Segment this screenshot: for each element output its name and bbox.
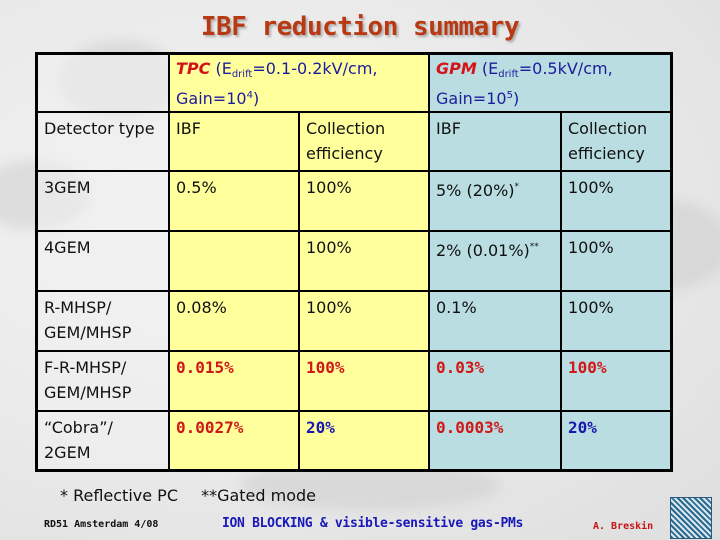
tpc-collection-value: 100% (298, 289, 430, 352)
tpc-header-cell: TPC (Edrift=0.1-0.2kV/cm, Gain=104) (168, 52, 430, 113)
footnote-reflective-pc: * Reflective PC (60, 486, 178, 505)
tpc-keyword: TPC (176, 59, 211, 78)
table-row: 3GEM 0.5% 100% 5% (20%)* 100% (35, 169, 673, 232)
tpc-header: TPC (Edrift=0.1-0.2kV/cm, Gain=104) (176, 58, 422, 109)
gpm-header-cell: GPM (Edrift=0.5kV/cm, Gain=105) (428, 52, 673, 113)
footnote-marker: * (514, 181, 520, 192)
footnotes: * Reflective PC **Gated mode (60, 486, 334, 505)
gpm-ibf-value: 0.03% (436, 357, 485, 377)
tpc-ibf-value-cell: 0.015% (168, 349, 300, 412)
gpm-keyword: GPM (436, 59, 477, 78)
gpm-collection-value: 100% (568, 357, 607, 377)
gpm-ibf-value-cell: 0.0003% (428, 409, 562, 472)
gpm-open: (E (476, 59, 499, 78)
tpc-field: =0.1-0.2kV/cm, (252, 59, 378, 78)
tpc-collection-value: 100% (298, 229, 430, 292)
gpm-ibf-value: 0.0003% (436, 417, 504, 437)
tpc-ibf-header: IBF (168, 110, 300, 172)
footnote-gated-mode: **Gated mode (201, 486, 317, 505)
table-row: F-R-MHSP/ GEM/MHSP 0.015% 100% 0.03% 100… (35, 349, 673, 412)
gpm-ibf-header: IBF (428, 110, 562, 172)
header-empty-cell (35, 52, 170, 113)
slide-title: IBF reduction summary (200, 12, 520, 42)
gpm-collection-value: 100% (560, 229, 673, 292)
detector-name: 4GEM (35, 229, 170, 292)
gpm-collection-value: 100% (560, 169, 673, 232)
tpc-ibf-value-cell: 0.0027% (168, 409, 300, 472)
detector-type-header: Detector type (35, 110, 170, 172)
gpm-collection-value-cell: 100% (560, 349, 673, 412)
gpm-collection-header: Collection efficiency (560, 110, 673, 172)
detector-name: F-R-MHSP/ GEM/MHSP (35, 349, 170, 412)
gpm-collection-value: 100% (560, 289, 673, 352)
tpc-collection-value-cell: 100% (298, 349, 430, 412)
tpc-collection-value: 20% (306, 417, 335, 437)
tpc-ibf-value: 0.015% (176, 357, 234, 377)
gpm-ibf-value: 0.1% (428, 289, 562, 352)
detector-name: “Cobra”/ 2GEM (35, 409, 170, 472)
detector-name: R-MHSP/ GEM/MHSP (35, 289, 170, 352)
footnote-marker: ** (529, 241, 539, 252)
tpc-collection-value: 100% (298, 169, 430, 232)
detector-name: 3GEM (35, 169, 170, 232)
gpm-ibf-value: 5% (20%) (436, 180, 515, 200)
gpm-field: =0.5kV/cm, (518, 59, 613, 78)
tpc-ibf-value: 0.5% (168, 169, 300, 232)
table-header-row: TPC (Edrift=0.1-0.2kV/cm, Gain=104) GPM … (35, 52, 673, 113)
table-row: 4GEM 100% 2% (0.01%)** 100% (35, 229, 673, 292)
gpm-collection-value: 20% (568, 417, 597, 437)
tpc-collection-value-cell: 20% (298, 409, 430, 472)
gpm-sub: drift (498, 69, 519, 80)
tpc-collection-header: Collection efficiency (298, 110, 430, 172)
gpm-collection-value-cell: 20% (560, 409, 673, 472)
gpm-gain: Gain=10 (436, 89, 507, 108)
institution-logo-icon (670, 497, 712, 539)
tpc-ibf-value (168, 229, 300, 292)
ibf-summary-table: TPC (Edrift=0.1-0.2kV/cm, Gain=104) GPM … (35, 52, 673, 472)
table-row: R-MHSP/ GEM/MHSP 0.08% 100% 0.1% 100% (35, 289, 673, 352)
tpc-sub: drift (231, 69, 253, 80)
gpm-ibf-value-cell: 0.03% (428, 349, 562, 412)
table-row: “Cobra”/ 2GEM 0.0027% 20% 0.0003% 20% (35, 409, 673, 472)
tpc-collection-value: 100% (306, 357, 345, 377)
tpc-gain: Gain=10 (176, 89, 247, 108)
gpm-ibf-cell: 5% (20%)* (428, 169, 562, 232)
gpm-header: GPM (Edrift=0.5kV/cm, Gain=105) (436, 58, 664, 109)
tpc-open: (E (210, 59, 232, 78)
gpm-ibf-cell: 2% (0.01%)** (428, 229, 562, 292)
footer-event: RD51 Amsterdam 4/08 (44, 519, 159, 530)
footer-author: A. Breskin (593, 521, 654, 532)
table-subheader-row: Detector type IBF Collection efficiency … (35, 110, 673, 172)
tpc-close: ) (252, 89, 260, 108)
gpm-close: ) (512, 89, 520, 108)
tpc-ibf-value: 0.0027% (176, 417, 244, 437)
tpc-ibf-value: 0.08% (168, 289, 300, 352)
gpm-ibf-value: 2% (0.01%) (436, 240, 530, 260)
footer-topic: ION BLOCKING & visible-sensitive gas-PMs (222, 516, 524, 531)
